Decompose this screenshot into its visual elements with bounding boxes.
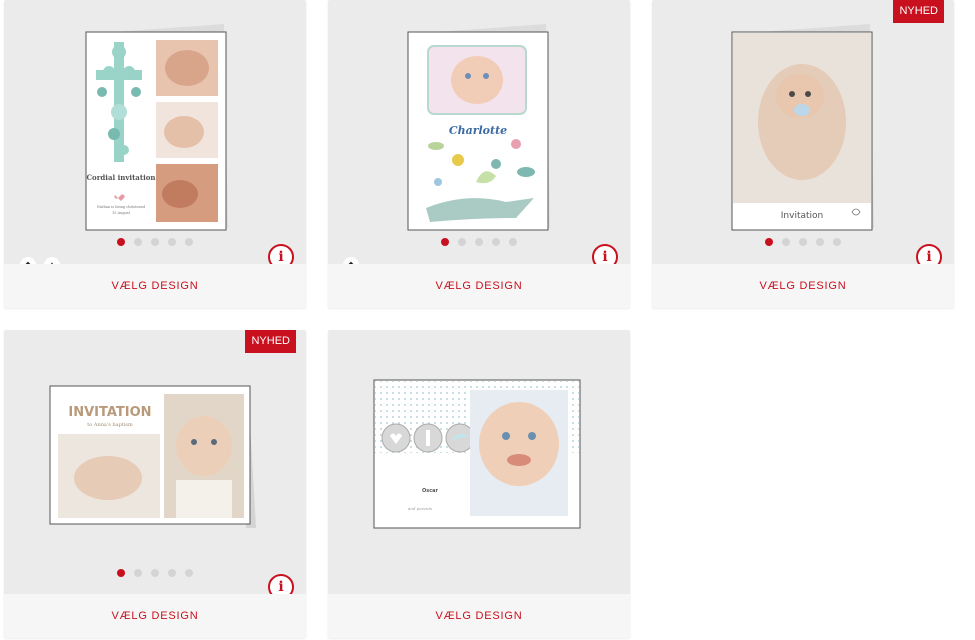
card-1-thumb-sub2: 15 August (112, 211, 131, 215)
new-badge: NYHED (245, 330, 296, 353)
design-card-5[interactable]: Oscar and parents VÆLG DESIGN (328, 330, 630, 638)
carousel-dot[interactable] (168, 238, 176, 246)
carousel-dots (328, 238, 630, 246)
select-design-label: VÆLG DESIGN (759, 280, 847, 292)
carousel-dot[interactable] (458, 238, 466, 246)
carousel-dot[interactable] (492, 238, 500, 246)
carousel-dot[interactable] (816, 238, 824, 246)
carousel-dot[interactable] (151, 569, 159, 577)
carousel-dot[interactable] (117, 238, 125, 246)
card-4-thumb-sub: to Anna's baptism (87, 422, 133, 428)
carousel-dot[interactable] (134, 238, 142, 246)
carousel-dots (652, 238, 954, 246)
card-5-thumb-sub: and parents (408, 506, 432, 511)
card-5-thumbnail[interactable]: Oscar and parents (372, 378, 586, 532)
carousel-dot[interactable] (475, 238, 483, 246)
design-card-4[interactable]: NYHED INVITATION to Anna's baptism i VÆL… (4, 330, 306, 638)
select-design-button[interactable]: VÆLG DESIGN (328, 264, 630, 308)
carousel-dot[interactable] (509, 238, 517, 246)
card-4-thumbnail[interactable]: INVITATION to Anna's baptism (48, 380, 266, 530)
carousel-dot[interactable] (441, 238, 449, 246)
select-design-label: VÆLG DESIGN (111, 280, 199, 292)
card-2-thumb-name: Charlotte (449, 124, 507, 137)
carousel-dot[interactable] (799, 238, 807, 246)
design-card-2[interactable]: Charlotte ◆ i VÆLG DESIGN (328, 0, 630, 308)
design-card-1[interactable]: Cordial invitation Nathan is being chris… (4, 0, 306, 308)
card-1-thumbnail[interactable]: Cordial invitation Nathan is being chris… (84, 22, 232, 232)
select-design-button[interactable]: VÆLG DESIGN (652, 264, 954, 308)
carousel-dot[interactable] (168, 569, 176, 577)
select-design-button[interactable]: VÆLG DESIGN (4, 594, 306, 638)
select-design-label: VÆLG DESIGN (435, 610, 523, 622)
card-3-thumbnail[interactable]: Invitation (730, 22, 878, 232)
card-2-thumbnail[interactable]: Charlotte (406, 22, 554, 232)
select-design-button[interactable]: VÆLG DESIGN (4, 264, 306, 308)
card-1-thumb-sub1: Nathan is being christened (97, 205, 146, 209)
carousel-dot[interactable] (765, 238, 773, 246)
card-5-thumb-name: Oscar (422, 488, 439, 494)
select-design-label: VÆLG DESIGN (435, 280, 523, 292)
carousel-dot[interactable] (833, 238, 841, 246)
carousel-dot[interactable] (151, 238, 159, 246)
carousel-dot[interactable] (117, 569, 125, 577)
carousel-dot[interactable] (782, 238, 790, 246)
card-4-thumb-title: INVITATION (68, 405, 151, 420)
carousel-dot[interactable] (134, 569, 142, 577)
card-3-thumb-title: Invitation (781, 211, 823, 221)
carousel-dots (4, 569, 306, 577)
design-card-3[interactable]: NYHED Invitation i VÆLG DESIGN (652, 0, 954, 308)
carousel-dot[interactable] (185, 569, 193, 577)
select-design-button[interactable]: VÆLG DESIGN (328, 594, 630, 638)
carousel-dot[interactable] (185, 238, 193, 246)
card-1-thumb-title: Cordial invitation (86, 173, 155, 182)
carousel-dots (4, 238, 306, 246)
new-badge: NYHED (893, 0, 944, 23)
select-design-label: VÆLG DESIGN (111, 610, 199, 622)
